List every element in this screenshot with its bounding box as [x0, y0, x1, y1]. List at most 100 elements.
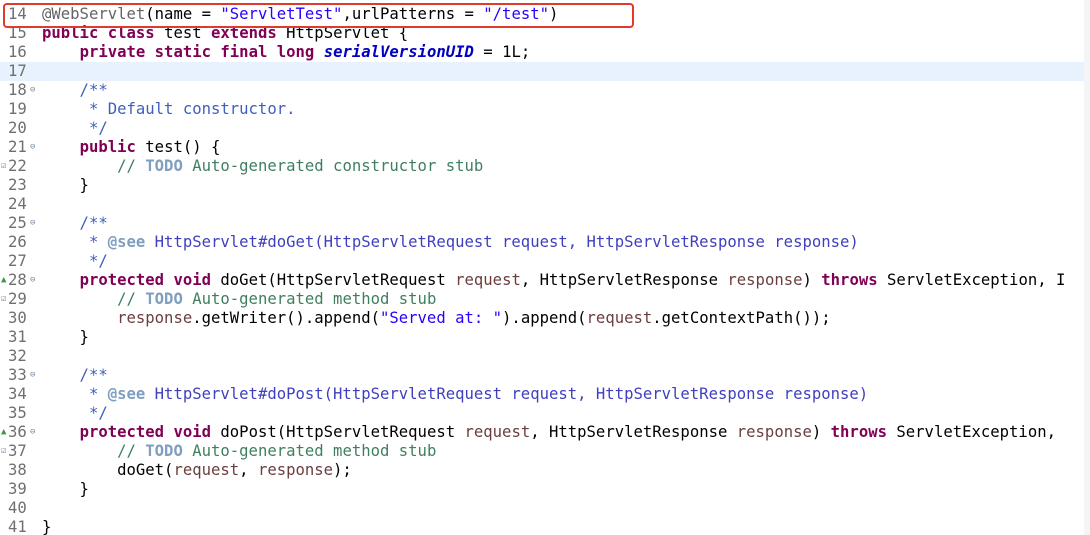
- override-marker-icon[interactable]: ▲: [1, 423, 6, 442]
- code-token: .getWriter().append(: [192, 309, 380, 327]
- override-marker-icon[interactable]: ▲: [1, 271, 6, 290]
- code-line[interactable]: 14 @WebServlet(name = "ServletTest",urlPa…: [0, 5, 1090, 24]
- vertical-scrollbar[interactable]: [1084, 0, 1090, 535]
- code-token: extends: [211, 24, 277, 42]
- line-number: 26: [8, 233, 27, 251]
- fold-collapse-icon[interactable]: ⊖: [30, 271, 35, 290]
- line-number: 16: [8, 43, 27, 61]
- code-line[interactable]: 32: [0, 347, 1090, 366]
- fold-collapse-icon[interactable]: ⊖: [30, 138, 35, 157]
- code-line[interactable]: 31 }: [0, 328, 1090, 347]
- code-line[interactable]: 24: [0, 195, 1090, 214]
- fold-collapse-icon[interactable]: ⊖: [30, 81, 35, 100]
- line-number: 14: [8, 5, 27, 23]
- code-line[interactable]: 29 ☑ // TODO Auto-generated method stub: [0, 290, 1090, 309]
- code-token: @WebServlet: [42, 5, 146, 23]
- code-line[interactable]: 22 ☑ // TODO Auto-generated constructor s…: [0, 157, 1090, 176]
- code-line[interactable]: 20 */: [0, 119, 1090, 138]
- code-token: "/test": [483, 5, 549, 23]
- code-token: ServletException,: [887, 423, 1066, 441]
- code-line[interactable]: 23 }: [0, 176, 1090, 195]
- code-token: //: [42, 157, 146, 175]
- code-token: ,urlPatterns =: [342, 5, 484, 23]
- code-line[interactable]: 16 private static final long serialVersi…: [0, 43, 1090, 62]
- code-text: // TODO Auto-generated method stub: [42, 290, 436, 309]
- fold-collapse-icon[interactable]: ⊖: [30, 423, 35, 442]
- task-marker-icon[interactable]: ☑: [1, 290, 6, 309]
- code-line[interactable]: 26 * @see HttpServlet#doGet(HttpServletR…: [0, 233, 1090, 252]
- code-line[interactable]: 21 ⊖ public test() {: [0, 138, 1090, 157]
- code-line[interactable]: 34 * @see HttpServlet#doPost(HttpServlet…: [0, 385, 1090, 404]
- code-token: /**: [42, 81, 108, 99]
- code-token: doGet(HttpServletRequest: [211, 271, 456, 289]
- code-line[interactable]: 30 response.getWriter().append("Served a…: [0, 309, 1090, 328]
- code-text: }: [42, 518, 51, 535]
- line-gutter: 26: [0, 233, 36, 252]
- code-token: request: [586, 309, 653, 327]
- code-token: (name =: [145, 5, 221, 23]
- code-token: }: [42, 328, 89, 346]
- code-line[interactable]: 33 ⊖ /**: [0, 366, 1090, 385]
- code-token: throws: [821, 271, 878, 289]
- line-gutter: 15: [0, 24, 36, 43]
- code-token: request: [173, 461, 240, 479]
- code-line[interactable]: 27 */: [0, 252, 1090, 271]
- task-marker-icon[interactable]: ☑: [1, 442, 6, 461]
- code-token: throws: [830, 423, 887, 441]
- code-line[interactable]: 18 ⊖ /**: [0, 81, 1090, 100]
- code-line[interactable]: 35 */: [0, 404, 1090, 423]
- code-token: //: [42, 442, 146, 460]
- code-line[interactable]: 15 public class test extends HttpServlet …: [0, 24, 1090, 43]
- code-line[interactable]: 36 ⊖ ▲ protected void doPost(HttpServletRe…: [0, 423, 1090, 442]
- code-token: * Default constructor.: [42, 100, 296, 118]
- line-gutter: 21 ⊖: [0, 138, 36, 157]
- code-text: response.getWriter().append("Served at: …: [42, 309, 831, 328]
- code-line[interactable]: 19 * Default constructor.: [0, 100, 1090, 119]
- fold-collapse-icon[interactable]: ⊖: [30, 214, 35, 233]
- line-gutter: 40: [0, 499, 36, 518]
- code-line[interactable]: 17: [0, 62, 1090, 81]
- code-line[interactable]: 38 doGet(request, response);: [0, 461, 1090, 480]
- code-line[interactable]: 28 ⊖ ▲ protected void doGet(HttpServletReq…: [0, 271, 1090, 290]
- code-text: protected void doGet(HttpServletRequest …: [42, 271, 1066, 290]
- code-text: public test() {: [42, 138, 221, 157]
- code-line[interactable]: 25 ⊖ /**: [0, 214, 1090, 233]
- code-line[interactable]: 41}: [0, 518, 1090, 535]
- line-gutter: 30: [0, 309, 36, 328]
- code-text: */: [42, 252, 108, 271]
- code-text: /**: [42, 366, 108, 385]
- line-number: 35: [8, 404, 27, 422]
- code-token: private: [79, 43, 146, 61]
- line-number: 27: [8, 252, 27, 270]
- code-token: , HttpServletResponse: [520, 271, 728, 289]
- line-number: 34: [8, 385, 27, 403]
- code-editor[interactable]: 14 @WebServlet(name = "ServletTest",urlPa…: [0, 0, 1090, 535]
- line-gutter: 35: [0, 404, 36, 423]
- code-line[interactable]: 40: [0, 499, 1090, 518]
- code-token: Auto-generated constructor stub: [182, 157, 484, 175]
- code-text: }: [42, 480, 89, 499]
- task-marker-icon[interactable]: ☑: [1, 157, 6, 176]
- code-text: public class test extends HttpServlet {: [42, 24, 408, 43]
- line-gutter: 34: [0, 385, 36, 404]
- code-token: );: [333, 461, 352, 479]
- code-token: Auto-generated method stub: [182, 290, 437, 308]
- fold-collapse-icon[interactable]: ⊖: [30, 366, 35, 385]
- code-text: }: [42, 328, 89, 347]
- code-token: static: [154, 43, 212, 61]
- line-number: 15: [8, 24, 27, 42]
- code-text: }: [42, 176, 89, 195]
- code-token: void: [173, 271, 212, 289]
- code-line[interactable]: 39 }: [0, 480, 1090, 499]
- code-line[interactable]: 37 ☑ // TODO Auto-generated method stub: [0, 442, 1090, 461]
- code-token: public: [42, 24, 99, 42]
- line-gutter: 32: [0, 347, 36, 366]
- code-token: ,: [239, 461, 258, 479]
- code-token: */: [42, 252, 108, 270]
- code-token: response: [117, 309, 193, 327]
